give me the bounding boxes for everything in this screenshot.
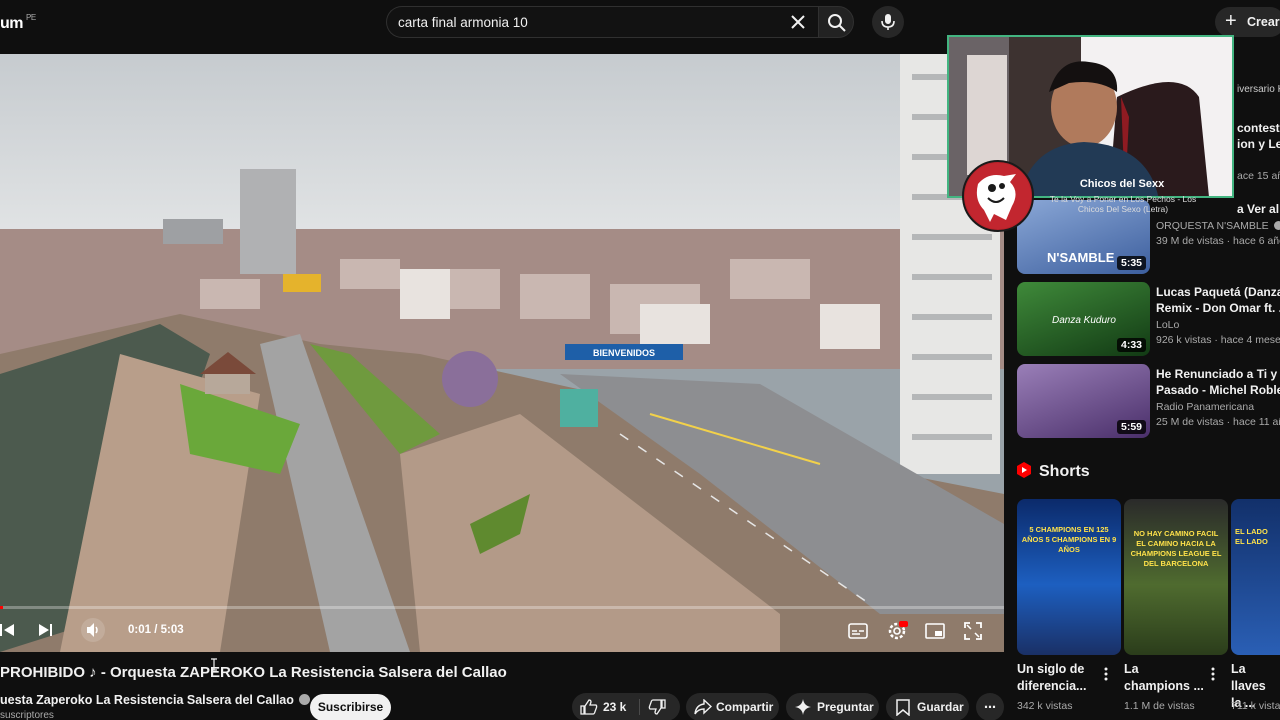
save-button[interactable]: Guardar (886, 693, 969, 720)
text-cursor-icon (211, 658, 217, 671)
chip-partial[interactable]: iversario K (1237, 84, 1280, 95)
video-meta: 39 M de vistas · hace 6 años (1156, 235, 1280, 247)
video-meta: 25 M de vistas · hace 11 años (1156, 416, 1280, 428)
video-duration: 5:59 (1116, 420, 1146, 434)
channel-name[interactable]: Radio Panamericana (1156, 401, 1254, 413)
video-duration: 5:35 (1116, 256, 1146, 270)
microphone-icon (881, 14, 895, 30)
video-frame: BIENVENIDOS (0, 54, 1004, 652)
shorts-heading-text: Shorts (1039, 463, 1090, 480)
album-art (962, 160, 1034, 232)
side-video-he-renunciado[interactable]: 5:59 He Renunciado a Ti y Lo H Pasado - … (1017, 364, 1280, 440)
subtitles-icon[interactable] (848, 622, 868, 640)
ask-button[interactable]: Preguntar (786, 693, 879, 720)
like-dislike-group: 23 k (572, 693, 680, 720)
now-playing-title: Chicos del Sexx (1079, 178, 1165, 190)
share-icon (694, 699, 712, 715)
short-title-line[interactable]: La (1124, 661, 1204, 678)
logo-text[interactable]: um (0, 15, 24, 32)
create-button[interactable]: + Crear (1215, 7, 1280, 37)
miniplayer-icon[interactable] (925, 623, 945, 639)
more-dots-icon: ⋯ (984, 700, 996, 714)
now-playing-overlay: Chicos del Sexx Te la Voy a Poner en Los… (956, 160, 1218, 232)
verified-icon (1273, 221, 1280, 230)
short-title-2[interactable]: La champions ... (1124, 661, 1204, 695)
thumbnail-text: N'SAMBLE (1047, 250, 1115, 265)
short-thumbnail[interactable]: NO HAY CAMINO FACIL EL CAMINO HACIA LA C… (1124, 499, 1228, 655)
previous-icon[interactable] (0, 622, 16, 638)
short-thumbnail[interactable]: 5 CHAMPIONS EN 125 AÑOS 5 CHAMPIONS EN 9… (1017, 499, 1121, 655)
bienvenidos-sign: BIENVENIDOS (593, 348, 655, 358)
more-actions-button[interactable]: ⋯ (976, 693, 1004, 720)
side-partial-title-2[interactable]: ion y Len (1237, 137, 1280, 151)
search-icon (828, 14, 846, 32)
shorts-icon (1017, 462, 1031, 478)
channel-name-text[interactable]: uesta Zaperoko La Resistencia Salsera de… (0, 693, 294, 707)
side-video-lucas-paqueta[interactable]: Danza Kuduro 4:33 Lucas Paquetá (Danza K… (1017, 282, 1280, 358)
search-input[interactable]: carta final armonia 10 (386, 6, 818, 38)
plus-icon: + (1225, 10, 1237, 32)
progress-bar[interactable] (0, 606, 1004, 609)
bookmark-icon (896, 699, 910, 716)
side-partial-title-1[interactable]: contesto (1237, 121, 1280, 135)
video-title-line-1[interactable]: He Renunciado a Ti y Lo H (1156, 366, 1280, 382)
subscriber-count: suscriptores (0, 710, 54, 720)
video-title-line-1[interactable]: Lucas Paquetá (Danza Ku (1156, 284, 1280, 300)
video-thumbnail[interactable]: 5:59 (1017, 364, 1150, 438)
settings-gear-icon[interactable] (886, 620, 908, 642)
video-title: PROHIBIDO ♪ - Orquesta ZAPEROKO La Resis… (0, 664, 507, 681)
volume-button[interactable] (81, 618, 105, 642)
like-count[interactable]: 23 k (603, 693, 626, 720)
shorts-heading: Shorts (1017, 462, 1090, 481)
video-duration: 4:33 (1116, 338, 1146, 352)
short-title-line[interactable]: champions ... (1124, 678, 1204, 695)
video-thumbnail[interactable]: Danza Kuduro 4:33 (1017, 282, 1150, 356)
video-title-line-2[interactable]: Pasado - Michel Robles & (1156, 382, 1280, 398)
album-logo-icon (965, 163, 1031, 229)
more-vert-icon[interactable] (1101, 667, 1111, 681)
sparkle-icon (795, 699, 811, 715)
search-button[interactable] (818, 6, 854, 38)
video-title-line-2[interactable]: Remix - Don Omar ft. ... (1156, 300, 1280, 316)
thumbnail-text: Danza Kuduro (1052, 315, 1116, 326)
fullscreen-icon[interactable] (964, 622, 982, 640)
like-divider (639, 699, 640, 715)
short-caption: EL LADO EL LADO (1235, 527, 1268, 546)
voice-search-button[interactable] (872, 6, 904, 38)
clear-search-icon[interactable] (788, 12, 808, 32)
short-views: 711 k vistas (1231, 700, 1280, 712)
subscribe-button[interactable]: Suscribirse (310, 694, 391, 720)
volume-icon (87, 623, 98, 637)
time-display: 0:01 / 5:03 (128, 624, 184, 636)
next-icon[interactable] (37, 622, 53, 638)
channel-name[interactable]: LoLo (1156, 319, 1179, 331)
like-icon[interactable] (580, 699, 598, 715)
short-title-line[interactable]: diferencia... (1017, 678, 1086, 695)
now-playing-subtitle: Te la Voy a Poner en Los Pechos - Los Ch… (1049, 194, 1197, 214)
short-caption: NO HAY CAMINO FACIL EL CAMINO HACIA LA C… (1130, 529, 1222, 568)
video-meta: 926 k vistas · hace 4 meses (1156, 334, 1280, 346)
short-views: 1.1 M de vistas (1124, 700, 1195, 712)
more-vert-icon[interactable] (1208, 667, 1218, 681)
save-label: Guardar (917, 700, 964, 714)
short-thumbnail[interactable]: EL LADO EL LADO (1231, 499, 1280, 655)
short-views: 342 k vistas (1017, 700, 1073, 712)
short-title-line[interactable]: La llaves (1231, 661, 1280, 695)
short-title-line[interactable]: Un siglo de (1017, 661, 1086, 678)
ask-label: Preguntar (817, 700, 874, 714)
country-code: PE (26, 13, 36, 22)
share-button[interactable]: Compartir (686, 693, 779, 720)
side-partial-meta: ace 15 añ (1237, 170, 1280, 182)
create-label: Crear (1247, 15, 1280, 29)
channel-name[interactable]: uesta Zaperoko La Resistencia Salsera de… (0, 693, 310, 707)
youtube-logo[interactable]: um PE (0, 13, 36, 33)
verified-icon (298, 694, 310, 705)
share-label: Compartir (716, 700, 774, 714)
search-query[interactable]: carta final armonia 10 (398, 15, 528, 30)
video-player[interactable]: BIENVENIDOS 0:01 / 5:03 (0, 54, 1004, 652)
short-title-1[interactable]: Un siglo de diferencia... (1017, 661, 1086, 695)
dislike-icon[interactable] (648, 699, 666, 715)
short-caption: 5 CHAMPIONS EN 125 AÑOS 5 CHAMPIONS EN 9… (1021, 525, 1117, 554)
progress-fill (0, 606, 3, 609)
